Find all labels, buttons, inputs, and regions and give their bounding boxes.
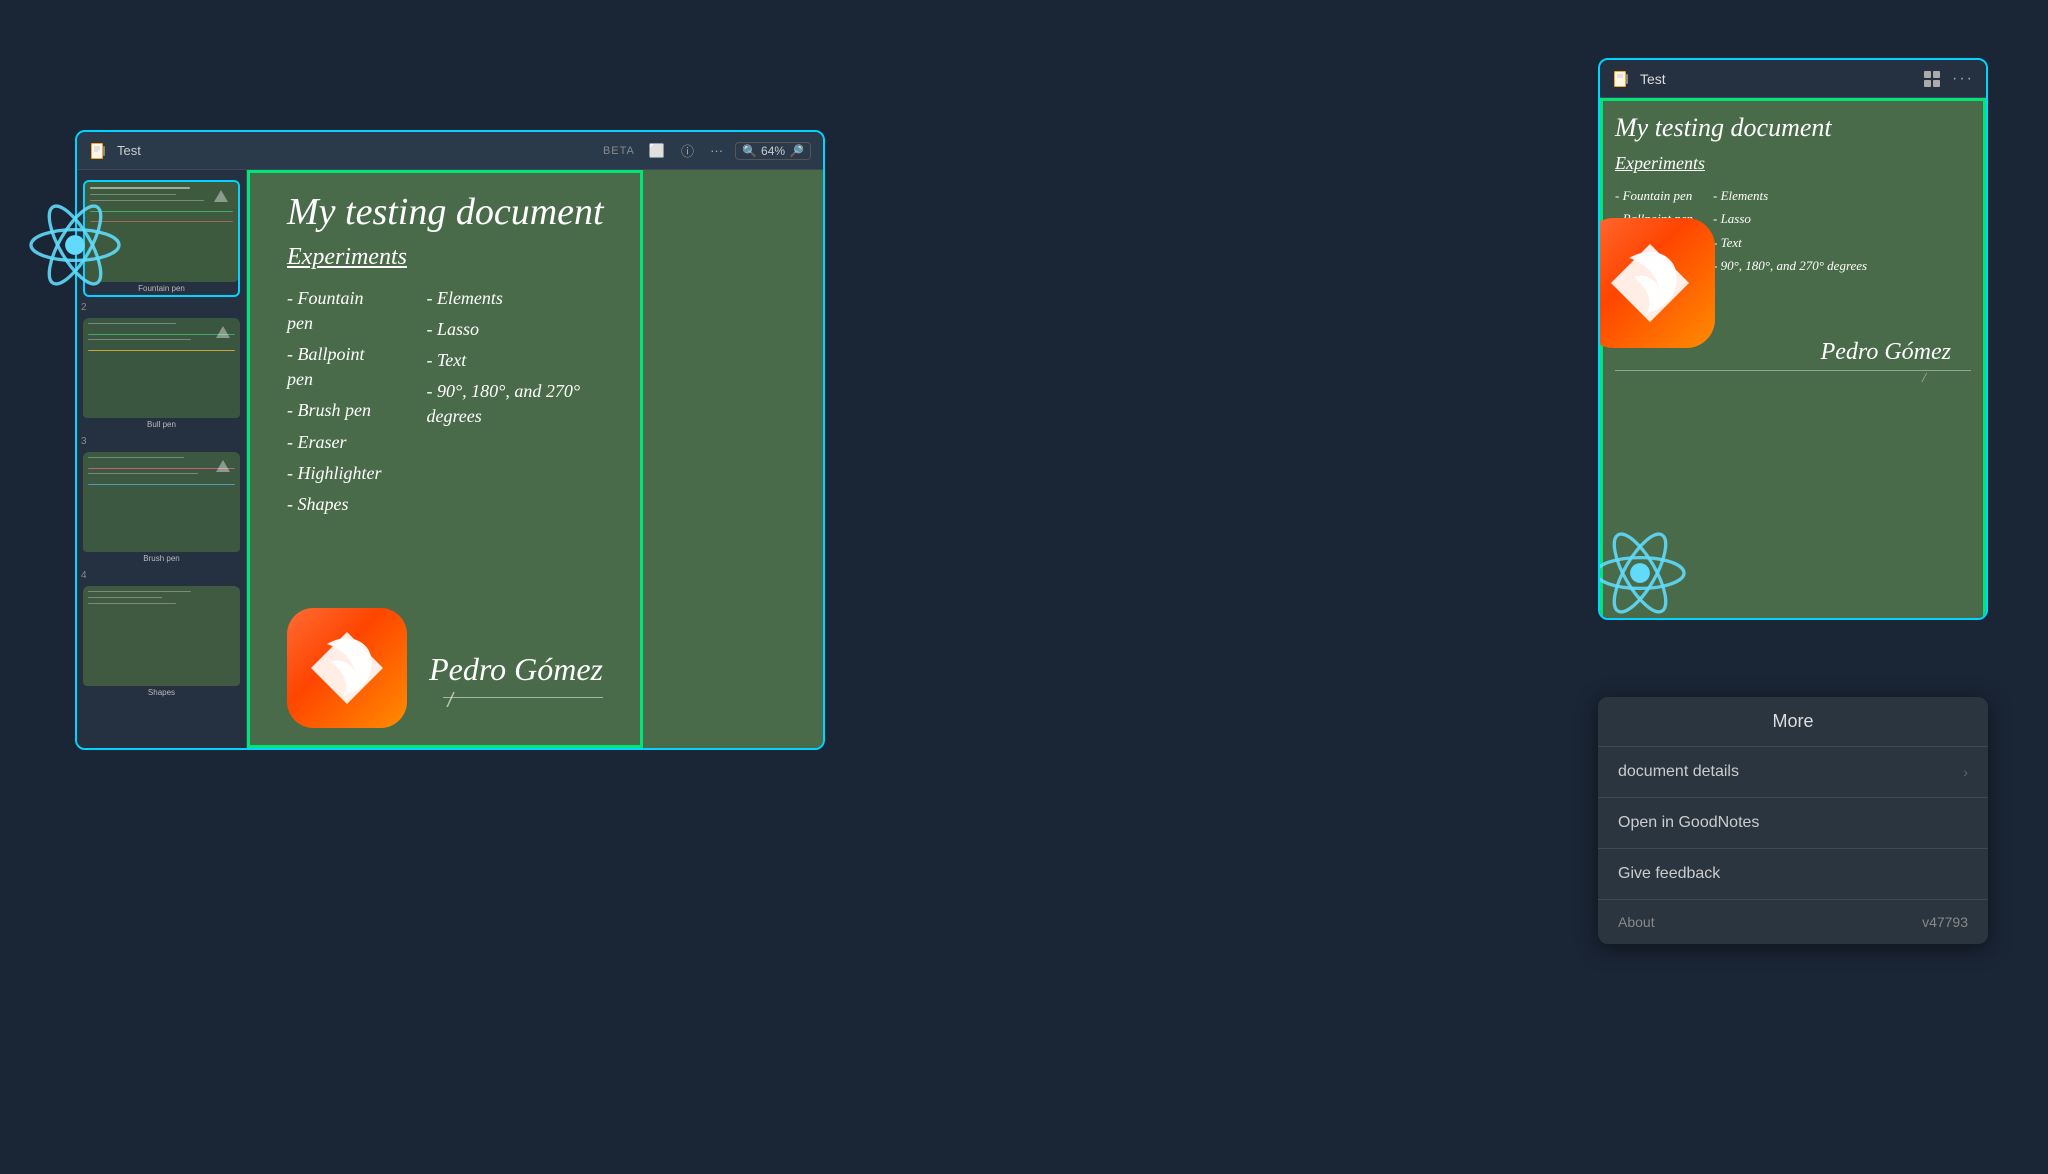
swift-icon-right <box>1598 218 1715 348</box>
handwriting-content: My testing document Experiments - Founta… <box>287 190 623 517</box>
right-hw-item-7: - Elements <box>1713 184 1867 207</box>
main-window-body: Fountain pen 2 Bull pen 3 <box>77 170 823 748</box>
chevron-right-icon: › <box>1963 764 1968 780</box>
hw-tick: / <box>447 690 453 713</box>
sidebar-toggle-button[interactable]: ⬜ <box>645 141 669 161</box>
zoom-in-icon[interactable]: 🔍 <box>789 144 804 158</box>
info-button[interactable]: ⓘ <box>677 139 698 162</box>
main-window: Test BETA ⬜ ⓘ ··· 🔍 64% 🔍 <box>75 130 825 750</box>
beta-badge: BETA <box>603 145 635 157</box>
zoom-level: 64% <box>761 144 785 158</box>
right-notebook-icon <box>1612 70 1630 88</box>
right-more-button[interactable]: ··· <box>1952 70 1974 88</box>
hw-signature: Pedro Gómez <box>429 651 603 688</box>
notebook-icon <box>89 142 107 160</box>
hw-item-10: - 90°, 180°, and 270° degrees <box>426 379 623 429</box>
right-hw-item-9: - Text <box>1713 231 1867 254</box>
right-hw-item-10: - 90°, 180°, and 270° degrees <box>1713 254 1867 277</box>
more-button[interactable]: ··· <box>706 141 727 160</box>
sidebar-page-3[interactable]: Brush pen <box>83 452 240 565</box>
main-titlebar: Test BETA ⬜ ⓘ ··· 🔍 64% 🔍 <box>77 132 823 170</box>
hw-item-2: - Ballpoint pen <box>287 342 386 392</box>
give-feedback-label: Give feedback <box>1618 865 1720 883</box>
right-hw-item-8: - Lasso <box>1713 207 1867 230</box>
hw-item-7: - Elements <box>426 286 623 311</box>
page-3-label: Brush pen <box>83 552 240 565</box>
page-4-thumb <box>83 586 240 686</box>
page-4-number: 4 <box>77 569 246 582</box>
page-2-thumb <box>83 318 240 418</box>
canvas-inner: My testing document Experiments - Founta… <box>247 170 823 748</box>
open-goodnotes-label: Open in GoodNotes <box>1618 814 1759 832</box>
about-item[interactable]: About v47793 <box>1598 900 1988 944</box>
right-hw-subtitle: Experiments <box>1615 153 1971 174</box>
hw-signature-line <box>443 697 603 698</box>
hw-item-6: - Shapes <box>287 492 386 517</box>
more-menu: More document details › Open in GoodNote… <box>1598 697 1988 944</box>
right-hw-title: My testing document <box>1615 113 1971 143</box>
page-3-thumb <box>83 452 240 552</box>
hw-right-col: - Elements - Lasso - Text - 90°, 180°, a… <box>426 286 623 518</box>
sidebar-page-2[interactable]: Bull pen <box>83 318 240 431</box>
document-details-item[interactable]: document details › <box>1598 747 1988 798</box>
hw-title: My testing document <box>287 190 623 236</box>
react-icon-right <box>1598 518 1695 620</box>
hw-item-3: - Brush pen <box>287 398 386 423</box>
hw-item-1: - Fountain pen <box>287 286 386 336</box>
right-window-title: Test <box>1640 71 1914 87</box>
right-window: Test ··· My testing document Experiments <box>1598 58 1988 620</box>
hw-item-8: - Lasso <box>426 317 623 342</box>
hw-item-9: - Text <box>426 348 623 373</box>
open-goodnotes-item[interactable]: Open in GoodNotes <box>1598 798 1988 849</box>
hw-item-5: - Highlighter <box>287 461 386 486</box>
more-menu-header: More <box>1598 697 1988 747</box>
right-canvas: My testing document Experiments - Founta… <box>1600 98 1986 618</box>
version-text: v47793 <box>1922 914 1968 930</box>
page-2-number: 2 <box>77 301 246 314</box>
main-window-title: Test <box>117 143 593 158</box>
page-2-label: Bull pen <box>83 418 240 431</box>
hw-left-col: - Fountain pen - Ballpoint pen - Brush p… <box>287 286 386 518</box>
swift-icon-main <box>287 608 407 728</box>
zoom-control[interactable]: 🔍 64% 🔍 <box>735 142 811 160</box>
right-titlebar: Test ··· <box>1600 60 1986 98</box>
titlebar-controls: ⬜ ⓘ ··· 🔍 64% 🔍 <box>645 139 811 162</box>
right-hw-right: - Elements - Lasso - Text - 90°, 180°, a… <box>1713 184 1867 324</box>
zoom-out-icon[interactable]: 🔍 <box>742 144 757 158</box>
page-3-number: 3 <box>77 435 246 448</box>
give-feedback-item[interactable]: Give feedback <box>1598 849 1988 900</box>
right-hw-tick: / <box>1615 371 1971 387</box>
react-icon-main <box>20 190 130 300</box>
hw-columns: - Fountain pen - Ballpoint pen - Brush p… <box>287 286 623 518</box>
grid-view-icon[interactable] <box>1924 71 1940 87</box>
sidebar-page-4[interactable]: Shapes <box>83 586 240 699</box>
about-label: About <box>1618 914 1655 930</box>
document-details-label: document details <box>1618 763 1739 781</box>
right-title-controls: ··· <box>1924 70 1974 88</box>
right-hw-item-1: - Fountain pen <box>1615 184 1693 207</box>
page-4-label: Shapes <box>83 686 240 699</box>
hw-item-4: - Eraser <box>287 430 386 455</box>
hw-subtitle: Experiments <box>287 244 623 271</box>
canvas-area[interactable]: My testing document Experiments - Founta… <box>247 170 823 748</box>
